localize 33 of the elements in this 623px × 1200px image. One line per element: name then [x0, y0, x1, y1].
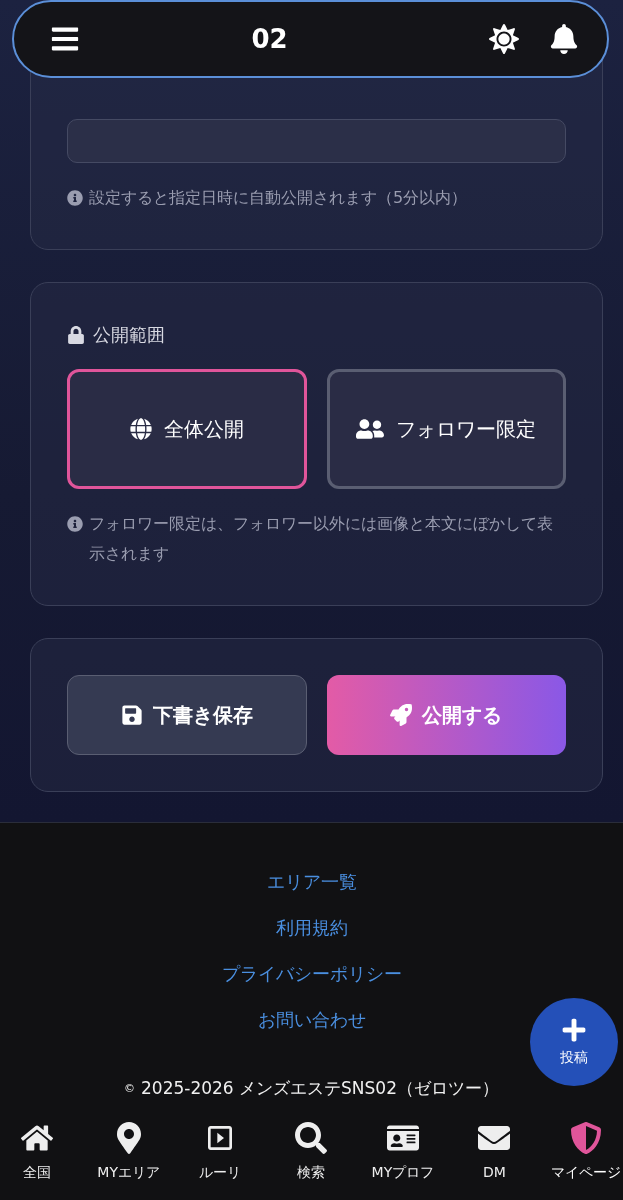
bell-icon[interactable]: [549, 24, 579, 54]
search-icon: [295, 1122, 328, 1154]
visibility-option[interactable]: 全体公開: [67, 369, 307, 489]
lock-icon: [67, 326, 85, 344]
rocket-icon: [390, 704, 413, 726]
draft-button[interactable]: 下書き保存: [67, 675, 307, 755]
datetime-field[interactable]: [67, 119, 566, 163]
copyright-mark: ©: [124, 1082, 135, 1095]
floppy-icon: [120, 704, 143, 726]
globe-icon: [129, 418, 152, 440]
nav-item[interactable]: 全国: [0, 1122, 83, 1182]
section-label: 公開範囲: [93, 323, 165, 347]
info-icon: [67, 190, 83, 206]
info-icon: [67, 516, 83, 532]
footer-link[interactable]: 利用規約: [275, 905, 348, 951]
footer-link[interactable]: エリア一覧: [266, 859, 357, 905]
sun-icon[interactable]: [489, 24, 519, 54]
hint-text: フォロワー限定は、フォロワー以外には画像と本文にぼかして表示されます: [89, 513, 554, 565]
visibility-option[interactable]: フォロワー限定: [326, 369, 566, 489]
nav-item[interactable]: DM: [448, 1122, 541, 1182]
shield-icon: [569, 1122, 602, 1154]
footer-link[interactable]: お問い合わせ: [257, 997, 366, 1043]
footer-link[interactable]: プライバシーポリシー: [221, 951, 402, 997]
nav-item[interactable]: MYプロフ: [357, 1122, 449, 1182]
publish-button[interactable]: 公開する: [326, 675, 566, 755]
copyright-text: 2025-2026 メンズエステSNS02（ゼロツー）: [141, 1077, 499, 1100]
plus-icon: [561, 1017, 587, 1043]
hint-text: 設定すると指定日時に自動公開されます（5分以内）: [89, 187, 468, 209]
nav-item[interactable]: ルーリ: [174, 1122, 266, 1182]
nav-item[interactable]: 検索: [265, 1122, 358, 1182]
app-title: 02: [250, 24, 289, 54]
nav-item[interactable]: マイページ: [540, 1122, 623, 1182]
nav-item[interactable]: MYエリア: [82, 1122, 175, 1182]
